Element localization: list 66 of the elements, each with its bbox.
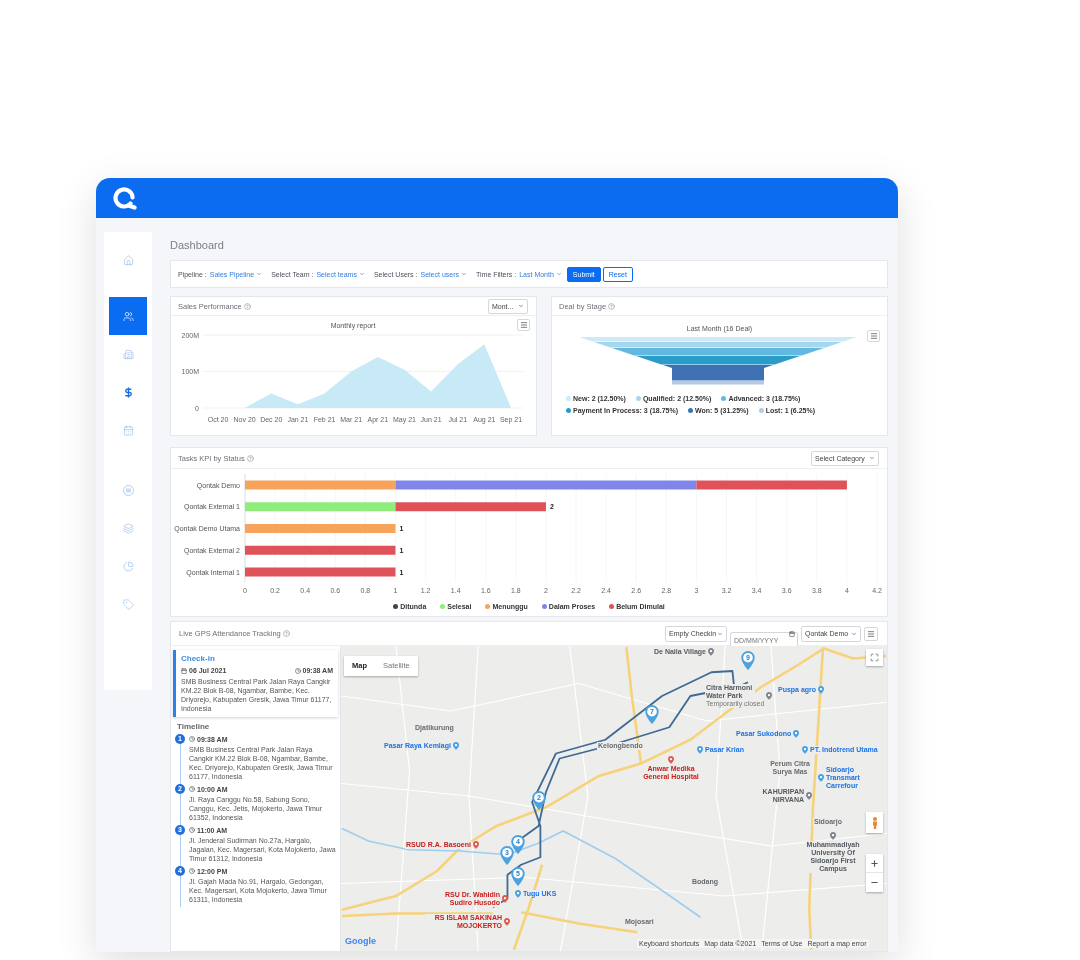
sidebar-item[interactable] [109,297,147,335]
help-icon [608,302,616,310]
shop-pin-icon [452,742,459,750]
help-icon [243,302,251,310]
caret-icon [717,630,723,637]
shop-pin-icon [515,890,521,898]
caret-icon [256,271,263,277]
calendar-icon [122,424,134,436]
map-menu-button[interactable] [864,626,878,641]
calendar-icon [181,667,187,674]
shop-pin-icon [697,746,703,754]
logo-icon [113,186,137,210]
timeline-title: Timeline [177,722,211,732]
help-icon [246,454,254,462]
street-view-button[interactable] [866,812,883,833]
map-pin-icon [511,835,525,854]
person-icon [871,816,878,829]
map-pin-icon [645,705,659,724]
map-logo: Google [345,936,376,947]
shop-pin-icon [818,686,825,694]
shop-pin-icon [818,774,824,782]
building-icon [122,348,134,360]
place-pin-icon [708,648,714,656]
help-icon [282,630,290,637]
menu-icon [869,332,878,340]
shop-pin-icon [793,730,800,738]
hospital-pin-icon [502,895,508,903]
clock-icon [189,786,195,792]
chart-menu-button[interactable] [517,319,530,331]
chart-menu-button[interactable] [867,330,880,342]
caret-icon [851,630,857,637]
place-pin-icon [766,692,773,700]
place-pin-icon [806,792,812,800]
shop-pin-icon [802,746,808,754]
plus-icon [870,858,879,868]
clock-icon [189,868,195,874]
map-pin-icon [500,846,514,865]
place-pin-icon [830,832,836,840]
users-icon [122,310,134,322]
list-circle-icon [122,484,134,496]
pie-chart-icon [122,560,134,572]
calendar-icon [789,630,795,637]
page-title: Dashboard [170,238,225,252]
hospital-pin-icon [668,756,674,764]
hospital-pin-icon [504,918,510,926]
caret-icon [358,271,365,277]
fullscreen-button[interactable] [866,649,883,666]
map-pin-icon [511,867,525,886]
layers-icon [122,522,134,534]
caret-icon [518,303,524,309]
clock-icon [189,736,195,742]
clock-icon [189,827,195,833]
hospital-pin-icon [472,841,479,849]
map-pin-icon [532,791,546,810]
fullscreen-icon [870,653,879,662]
clock-icon [294,667,301,674]
caret-icon [555,271,562,277]
dollar-icon [122,386,134,398]
menu-icon [867,629,875,638]
caret-icon [869,455,875,461]
home-icon [122,254,134,266]
caret-icon [461,271,468,277]
tag-icon [122,598,134,610]
checkin-title: Check-in [181,654,216,664]
menu-icon [519,321,528,329]
map-pin-icon [741,651,755,670]
